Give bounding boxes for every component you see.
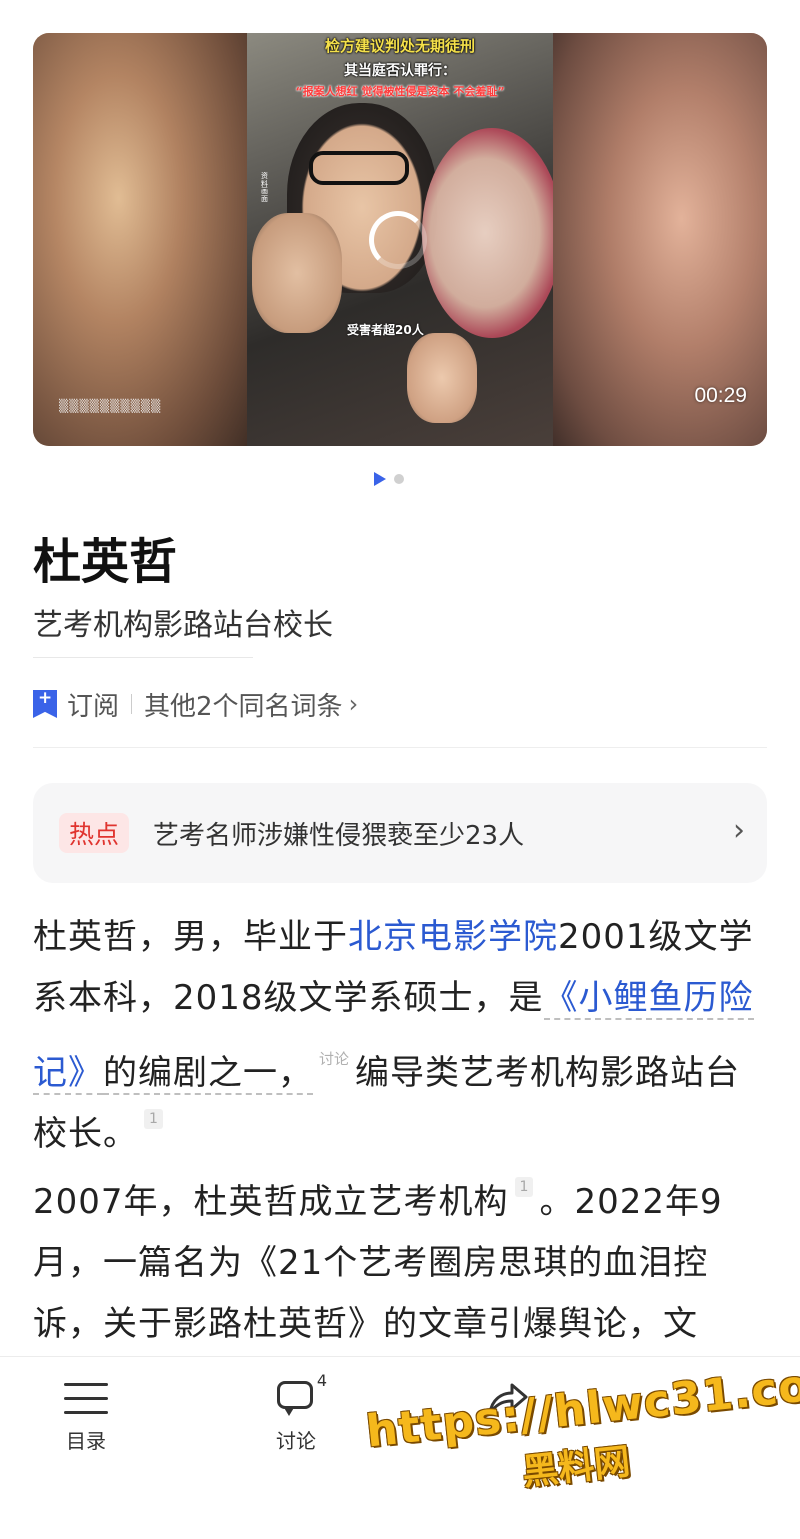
- video-watermark: ▒▒▒▒▒▒▒▒▒▒: [59, 399, 162, 413]
- text-segment: 杜英哲，男，毕业于: [33, 917, 348, 957]
- video-duration: 00:29: [694, 384, 747, 407]
- divider: [33, 747, 767, 748]
- history-paragraph: 2007年，杜英哲成立艺考机构 1 。2022年9月，一篇名为《21个艺考圈房思琪的…: [33, 1172, 773, 1355]
- video-blur-left: [33, 33, 247, 446]
- list-icon: [64, 1379, 108, 1419]
- separator: [131, 694, 133, 714]
- discuss-tag[interactable]: 讨论: [319, 1029, 349, 1090]
- chevron-right-icon[interactable]: ›: [349, 690, 359, 718]
- video-side-note: 资料画面: [261, 172, 268, 204]
- carousel-indicator[interactable]: [374, 471, 404, 487]
- summary-paragraph: 杜英哲，男，毕业于北京电影学院2001级文学系本科，2018级文学系硕士，是《小…: [33, 907, 773, 1165]
- hot-topic-card[interactable]: 热点 艺考名师涉嫌性侵猥亵至少23人 ›: [33, 783, 767, 883]
- video-player[interactable]: 检方建议判处无期徒刑 其当庭否认罪行： “报案人想红 觉得被性侵是资本 不会羞耻…: [33, 33, 767, 446]
- chevron-right-icon[interactable]: ›: [733, 813, 745, 848]
- entry-title: 杜英哲: [33, 534, 178, 590]
- glasses-shape: [309, 151, 409, 185]
- subscribe-button[interactable]: 订阅: [67, 686, 119, 723]
- entry-subtitle: 艺考机构影路站台校长: [33, 608, 333, 643]
- text-segment: 的编剧之一，: [103, 1053, 313, 1095]
- person-image-blurred: [422, 128, 553, 338]
- slide-dot[interactable]: [394, 474, 404, 484]
- discuss-count: 4: [316, 1371, 327, 1390]
- video-caption-quote: “报案人想红 觉得被性侵是资本 不会羞耻”: [295, 85, 505, 98]
- comment-icon: 4: [275, 1371, 327, 1419]
- hot-badge: 热点: [59, 813, 129, 853]
- toc-label: 目录: [66, 1429, 106, 1453]
- text-segment: 2007年，杜英哲成立艺考机构: [33, 1182, 509, 1222]
- reference-marker[interactable]: 1: [514, 1177, 534, 1197]
- reference-marker[interactable]: 1: [144, 1109, 163, 1129]
- discuss-label: 讨论: [276, 1429, 316, 1453]
- link-beijing-film-academy[interactable]: 北京电影学院: [348, 917, 558, 957]
- hand-shape: [407, 333, 477, 423]
- divider: [33, 657, 253, 658]
- video-caption-victims: 受害者超20人: [347, 323, 424, 337]
- toc-button[interactable]: 目录: [31, 1379, 141, 1454]
- action-row: 订阅 其他2个同名词条 ›: [33, 686, 358, 722]
- video-caption-subline: 其当庭否认罪行：: [344, 63, 456, 79]
- homonyms-link[interactable]: 其他2个同名词条: [144, 686, 343, 723]
- hot-topic-text[interactable]: 艺考名师涉嫌性侵猥亵至少23人: [153, 815, 524, 852]
- loading-spinner-icon: [369, 211, 427, 269]
- hand-shape: [252, 213, 342, 333]
- video-caption-headline: 检方建议判处无期徒刑: [324, 37, 475, 55]
- play-indicator-icon[interactable]: [374, 472, 386, 486]
- discuss-button[interactable]: 4 讨论: [241, 1371, 351, 1454]
- subscribe-bookmark-icon[interactable]: [33, 690, 57, 718]
